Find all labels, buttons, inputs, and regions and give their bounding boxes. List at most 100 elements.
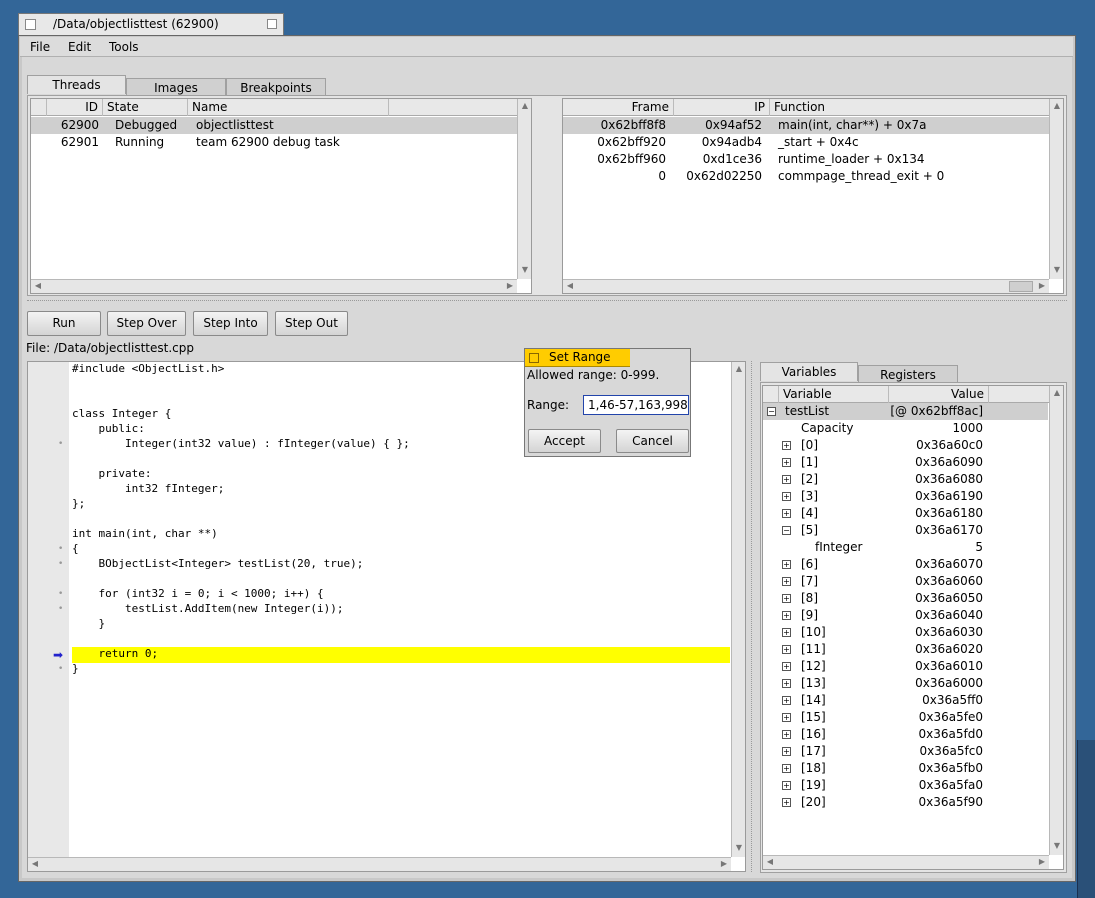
breakpoint-slot-dot[interactable]: •: [58, 559, 63, 569]
scroll-left-icon[interactable]: ◀: [28, 859, 42, 868]
table-row[interactable]: 0 0x62d02250 commpage_thread_exit + 0: [563, 168, 1049, 185]
variables-hscroll[interactable]: ◀ ▶: [763, 855, 1049, 869]
tree-row[interactable]: + [14] 0x36a5ff0: [763, 692, 1048, 709]
tree-row[interactable]: + [20] 0x36a5f90: [763, 794, 1048, 811]
step-out-button[interactable]: Step Out: [275, 311, 348, 336]
threads-hscroll[interactable]: ◀ ▶: [31, 279, 517, 293]
scroll-thumb[interactable]: [1009, 281, 1033, 292]
scroll-up-icon[interactable]: ▲: [732, 364, 746, 373]
expand-icon[interactable]: +: [782, 798, 791, 807]
tree-row[interactable]: + [0] 0x36a60c0: [763, 437, 1048, 454]
expand-icon[interactable]: +: [782, 730, 791, 739]
expand-icon[interactable]: +: [782, 645, 791, 654]
expand-icon[interactable]: +: [782, 475, 791, 484]
variables-vscroll[interactable]: ▲ ▼: [1049, 386, 1063, 855]
tree-row[interactable]: + [16] 0x36a5fd0: [763, 726, 1048, 743]
col-state[interactable]: State: [103, 99, 188, 116]
scroll-down-icon[interactable]: ▼: [518, 265, 532, 274]
expand-icon[interactable]: +: [782, 628, 791, 637]
tree-row[interactable]: + [8] 0x36a6050: [763, 590, 1048, 607]
run-button[interactable]: Run: [27, 311, 101, 336]
tree-row[interactable]: + [18] 0x36a5fb0: [763, 760, 1048, 777]
col-variable[interactable]: Variable: [779, 386, 889, 403]
cancel-button[interactable]: Cancel: [616, 429, 689, 453]
scroll-up-icon[interactable]: ▲: [1050, 101, 1064, 110]
expand-icon[interactable]: +: [782, 781, 791, 790]
tree-row[interactable]: + [17] 0x36a5fc0: [763, 743, 1048, 760]
breakpoint-slot-dot[interactable]: •: [58, 589, 63, 599]
tree-row[interactable]: + [15] 0x36a5fe0: [763, 709, 1048, 726]
expand-icon[interactable]: +: [782, 594, 791, 603]
tree-row[interactable]: + [4] 0x36a6180: [763, 505, 1048, 522]
expand-icon[interactable]: +: [782, 662, 791, 671]
horizontal-splitter[interactable]: [27, 300, 1067, 301]
scroll-up-icon[interactable]: ▲: [518, 101, 532, 110]
expand-icon[interactable]: +: [782, 713, 791, 722]
tree-row[interactable]: + [19] 0x36a5fa0: [763, 777, 1048, 794]
tree-row[interactable]: + [11] 0x36a6020: [763, 641, 1048, 658]
window-title-tab[interactable]: /Data/objectlisttest (62900): [18, 13, 284, 36]
tab-variables[interactable]: Variables: [760, 362, 858, 381]
dialog-title-tab[interactable]: Set Range: [525, 349, 630, 367]
table-row[interactable]: 0x62bff920 0x94adb4 _start + 0x4c: [563, 134, 1049, 151]
scroll-right-icon[interactable]: ▶: [1035, 281, 1049, 290]
zoom-icon[interactable]: [267, 19, 277, 29]
breakpoint-slot-dot[interactable]: •: [58, 544, 63, 554]
scroll-right-icon[interactable]: ▶: [717, 859, 731, 868]
tree-row[interactable]: + [3] 0x36a6190: [763, 488, 1048, 505]
collapse-icon[interactable]: −: [767, 407, 776, 416]
source-hscroll[interactable]: ◀ ▶: [28, 857, 731, 871]
tree-row[interactable]: − [5] 0x36a6170: [763, 522, 1048, 539]
scroll-right-icon[interactable]: ▶: [1035, 857, 1049, 866]
tree-row[interactable]: + [1] 0x36a6090: [763, 454, 1048, 471]
scroll-up-icon[interactable]: ▲: [1050, 388, 1064, 397]
scroll-down-icon[interactable]: ▼: [1050, 265, 1064, 274]
menu-file[interactable]: File: [30, 40, 50, 54]
expand-icon[interactable]: +: [782, 560, 791, 569]
accept-button[interactable]: Accept: [528, 429, 601, 453]
breakpoint-slot-dot[interactable]: •: [58, 664, 63, 674]
tree-row[interactable]: fInteger 5: [763, 539, 1048, 556]
col-frame[interactable]: Frame: [563, 99, 674, 116]
expand-icon[interactable]: +: [782, 458, 791, 467]
expand-icon[interactable]: +: [782, 764, 791, 773]
expand-icon[interactable]: +: [782, 577, 791, 586]
breakpoint-slot-dot[interactable]: •: [58, 439, 63, 449]
menu-tools[interactable]: Tools: [109, 40, 139, 54]
expand-icon[interactable]: +: [782, 509, 791, 518]
collapse-icon[interactable]: −: [782, 526, 791, 535]
scroll-down-icon[interactable]: ▼: [732, 843, 746, 852]
vertical-splitter[interactable]: [751, 361, 752, 872]
threads-vscroll[interactable]: ▲ ▼: [517, 99, 531, 279]
tree-row[interactable]: + [13] 0x36a6000: [763, 675, 1048, 692]
tree-row[interactable]: − testList [@ 0x62bff8ac]: [763, 403, 1048, 420]
expand-icon[interactable]: +: [782, 492, 791, 501]
table-row[interactable]: 0x62bff8f8 0x94af52 main(int, char**) + …: [563, 117, 1049, 134]
step-into-button[interactable]: Step Into: [193, 311, 268, 336]
expand-icon[interactable]: +: [782, 679, 791, 688]
table-row[interactable]: 62901 Running team 62900 debug task: [31, 134, 517, 151]
col-value[interactable]: Value: [889, 386, 989, 403]
tree-row[interactable]: + [10] 0x36a6030: [763, 624, 1048, 641]
table-row[interactable]: 62900 Debugged objectlisttest: [31, 117, 517, 134]
source-vscroll[interactable]: ▲ ▼: [731, 362, 745, 857]
tab-threads[interactable]: Threads: [27, 75, 126, 94]
tree-row[interactable]: + [7] 0x36a6060: [763, 573, 1048, 590]
scroll-down-icon[interactable]: ▼: [1050, 841, 1064, 850]
col-id[interactable]: ID: [47, 99, 103, 116]
stack-vscroll[interactable]: ▲ ▼: [1049, 99, 1063, 279]
col-name[interactable]: Name: [188, 99, 389, 116]
menu-edit[interactable]: Edit: [68, 40, 91, 54]
tree-row[interactable]: Capacity 1000: [763, 420, 1048, 437]
expand-icon[interactable]: +: [782, 747, 791, 756]
close-icon[interactable]: [25, 19, 36, 30]
tree-row[interactable]: + [12] 0x36a6010: [763, 658, 1048, 675]
expand-icon[interactable]: +: [782, 611, 791, 620]
step-over-button[interactable]: Step Over: [107, 311, 186, 336]
col-ip[interactable]: IP: [674, 99, 770, 116]
stack-hscroll[interactable]: ◀ ▶: [563, 279, 1049, 293]
scroll-left-icon[interactable]: ◀: [763, 857, 777, 866]
expand-icon[interactable]: +: [782, 441, 791, 450]
col-function[interactable]: Function: [770, 99, 1049, 116]
tree-row[interactable]: + [6] 0x36a6070: [763, 556, 1048, 573]
